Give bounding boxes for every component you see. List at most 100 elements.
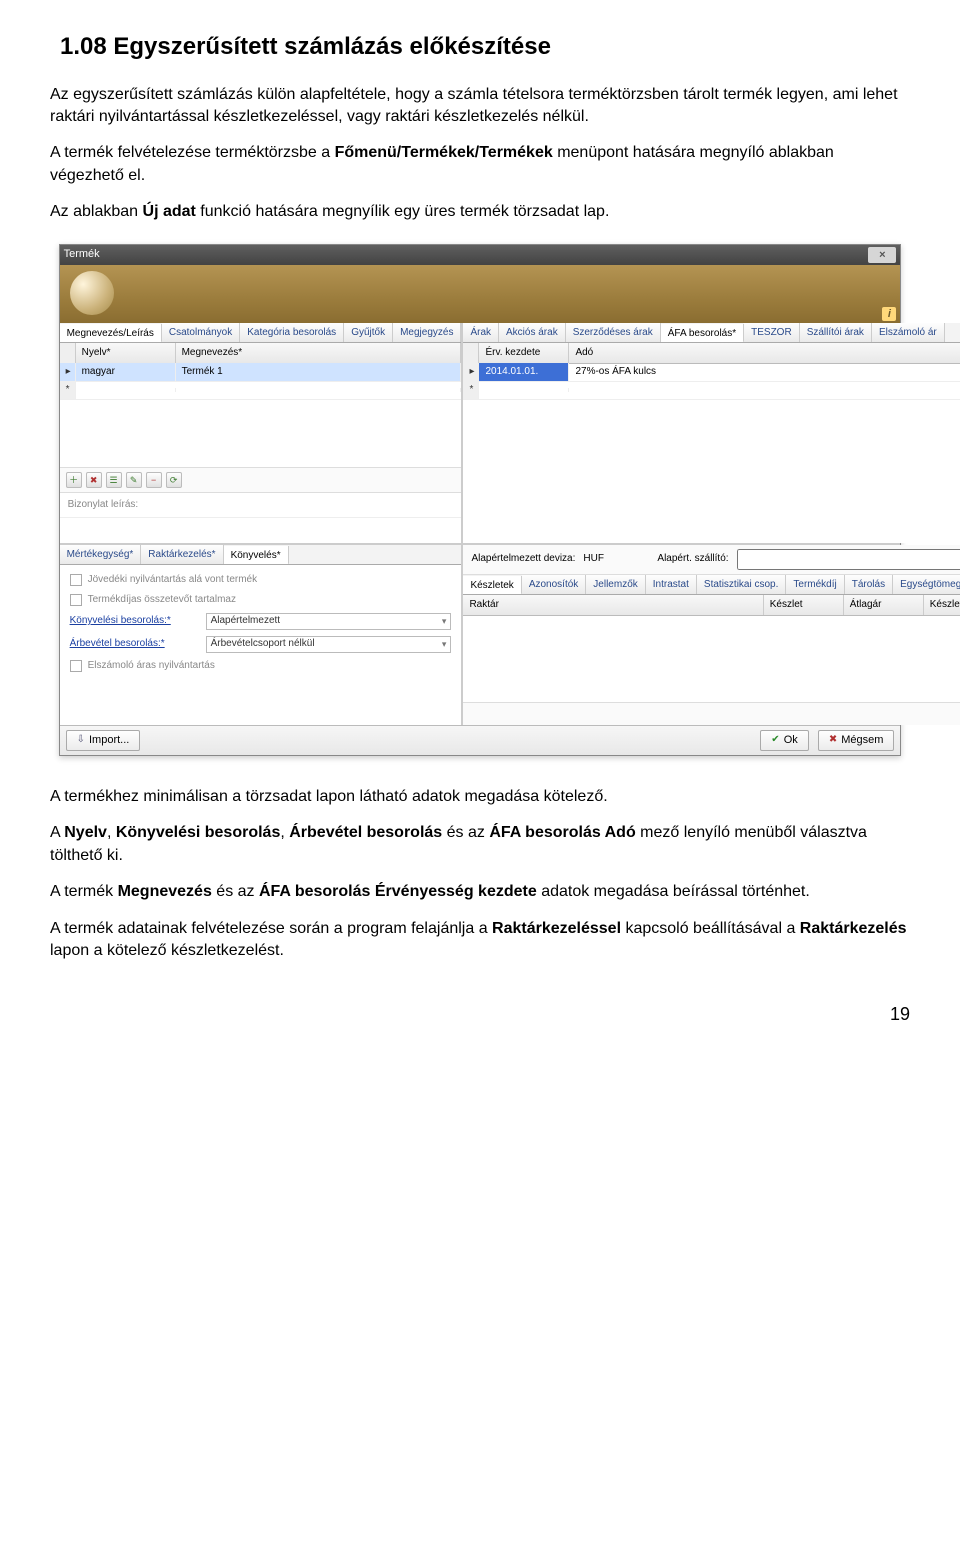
remove-icon[interactable]: −	[146, 472, 162, 488]
tab-akcios[interactable]: Akciós árak	[499, 323, 566, 342]
tab-konyveles[interactable]: Könyvelés*	[224, 546, 289, 565]
top-left-grid-header: Nyelv* Megnevezés*	[60, 343, 462, 364]
p6-d: ÁFA besorolás Érvényesség kezdete	[259, 883, 537, 900]
page-number: 19	[50, 1002, 910, 1027]
p7-c: kapcsoló beállításával a	[621, 920, 800, 937]
top-left-newrow[interactable]	[60, 382, 462, 400]
tab-szerzodeses[interactable]: Szerződéses árak	[566, 323, 661, 342]
doc-icon[interactable]: ☰	[106, 472, 122, 488]
szallito-label: Alapért. szállító:	[657, 552, 728, 566]
top-right-grid-header: Érv. kezdete Adó	[463, 343, 960, 364]
konyvelesi-besorolas-select[interactable]: Alapértelmezett	[206, 613, 452, 630]
arbevetel-besorolas-select[interactable]: Árbevételcsoport nélkül	[206, 636, 452, 653]
p6-c: és az	[212, 883, 259, 900]
br-strip: Alapértelmezett deviza: HUF Alapért. szá…	[463, 545, 960, 575]
cell-ado[interactable]: 27%-os ÁFA kulcs	[569, 363, 960, 381]
p5-a: A	[50, 824, 64, 841]
cell-megnevezes[interactable]: Termék 1	[176, 363, 462, 381]
pane-bottom-left: Mértékegység* Raktárkezelés* Könyvelés* …	[60, 545, 462, 725]
tab-tarolas[interactable]: Tárolás	[845, 575, 893, 594]
p7-b: Raktárkezeléssel	[492, 920, 621, 937]
close-icon[interactable]: ×	[868, 247, 896, 263]
refresh-icon[interactable]: ⟳	[166, 472, 182, 488]
pane-bottom-right: Alapértelmezett deviza: HUF Alapért. szá…	[463, 545, 960, 725]
tab-megjegyzes[interactable]: Megjegyzés	[393, 323, 461, 342]
chk-termekdij[interactable]	[70, 594, 82, 606]
col-nyelv[interactable]: Nyelv*	[76, 343, 176, 363]
tab-gyujtok[interactable]: Gyűjtők	[344, 323, 393, 342]
p6-b: Megnevezés	[118, 883, 212, 900]
deviza-label: Alapértelmezett deviza:	[471, 552, 575, 566]
tab-arak[interactable]: Árak	[463, 323, 499, 342]
chk-jovedeki[interactable]	[70, 574, 82, 586]
col-erv[interactable]: Érv. kezdete	[479, 343, 569, 363]
br-grid-header: Raktár Készlet Átlagár Készlet átlagár	[463, 595, 960, 616]
pane-top-right: Árak Akciós árak Szerződéses árak ÁFA be…	[463, 323, 960, 543]
doc-p3: Az ablakban Új adat funkció hatására meg…	[50, 201, 910, 223]
arbevetel-besorolas-label[interactable]: Árbevétel besorolás:*	[70, 637, 200, 651]
tab-kategoria[interactable]: Kategória besorolás	[240, 323, 344, 342]
top-left-row-1[interactable]: ▸ magyar Termék 1	[60, 364, 462, 382]
p3-c: funkció hatására megnyílik egy üres term…	[196, 203, 610, 220]
tab-szallitoi[interactable]: Szállítói árak	[800, 323, 872, 342]
info-icon[interactable]: i	[882, 307, 896, 321]
p6-e: adatok megadása beírással történhet.	[537, 883, 810, 900]
p5-g: és az	[442, 824, 489, 841]
chk-elszamolo[interactable]	[70, 660, 82, 672]
cancel-button[interactable]: ✖ Mégsem	[818, 730, 895, 751]
szallito-input[interactable]	[737, 549, 960, 570]
p7-a: A termék adatainak felvételezése során a…	[50, 920, 492, 937]
doc-p7: A termék adatainak felvételezése során a…	[50, 918, 910, 963]
top-left-tabs: Megnevezés/Leírás Csatolmányok Kategória…	[60, 323, 462, 343]
chk-jovedeki-label: Jövedéki nyilvántartás alá vont termék	[88, 573, 258, 587]
window-footer: ⇩ Import... ✔ Ok ✖ Mégsem	[60, 725, 901, 755]
tab-csatolmanyok[interactable]: Csatolmányok	[162, 323, 240, 342]
p5-h: ÁFA besorolás Adó	[489, 824, 635, 841]
tab-raktarkezeles[interactable]: Raktárkezelés*	[141, 545, 223, 564]
tab-keszletek[interactable]: Készletek	[463, 576, 521, 595]
cancel-icon: ✖	[829, 733, 837, 747]
ok-button[interactable]: ✔ Ok	[760, 730, 808, 751]
add-icon[interactable]: ＋	[66, 472, 82, 488]
p7-d: Raktárkezelés	[800, 920, 907, 937]
tab-statisztikai[interactable]: Statisztikai csop.	[697, 575, 786, 594]
check-icon: ✔	[771, 733, 779, 747]
col-megnevezes[interactable]: Megnevezés*	[176, 343, 462, 363]
pane-top-left: Megnevezés/Leírás Csatolmányok Kategória…	[60, 323, 462, 543]
top-right-row-1[interactable]: ▸ 2014.01.01. 27%-os ÁFA kulcs	[463, 364, 960, 382]
tab-teszor[interactable]: TESZOR	[744, 323, 800, 342]
p2-a: A termék felvételezése terméktörzsbe a	[50, 144, 335, 161]
col-keszlet-atlagar[interactable]: Készlet átlagár	[924, 595, 960, 615]
col-raktar[interactable]: Raktár	[463, 595, 763, 615]
tab-megnevezes[interactable]: Megnevezés/Leírás	[60, 324, 162, 343]
tab-elszamolo[interactable]: Elszámoló ár	[872, 323, 945, 342]
attach-icon[interactable]: ✎	[126, 472, 142, 488]
bottom-left-tabs: Mértékegység* Raktárkezelés* Könyvelés*	[60, 545, 462, 565]
tab-jellemzok[interactable]: Jellemzők	[586, 575, 645, 594]
cell-nyelv[interactable]: magyar	[76, 363, 176, 381]
cell-erv[interactable]: 2014.01.01.	[479, 363, 569, 381]
konyvelesi-besorolas-label[interactable]: Könyvelési besorolás:*	[70, 614, 200, 628]
br-tabs: Készletek Azonosítók Jellemzők Intrastat…	[463, 575, 960, 595]
tab-intrastat[interactable]: Intrastat	[646, 575, 697, 594]
col-atlagar[interactable]: Átlagár	[844, 595, 924, 615]
tab-egysegtomeg[interactable]: Egységtömeg	[893, 575, 960, 594]
delete-icon[interactable]: ✖	[86, 472, 102, 488]
chk-termekdij-label: Termékdíjas összetevőt tartalmaz	[88, 593, 236, 607]
col-keszlet[interactable]: Készlet	[764, 595, 844, 615]
col-ado[interactable]: Adó	[569, 343, 960, 363]
top-right-newrow[interactable]	[463, 382, 960, 400]
tab-termekdij2[interactable]: Termékdíj	[786, 575, 844, 594]
doc-heading: 1.08 Egyszerűsített számlázás előkészíté…	[50, 30, 910, 64]
deviza-select[interactable]: HUF	[583, 552, 639, 566]
import-button[interactable]: ⇩ Import...	[66, 730, 141, 751]
tab-afabesorolas[interactable]: ÁFA besorolás*	[661, 324, 744, 343]
tab-azonositok[interactable]: Azonosítók	[522, 575, 586, 594]
doc-p4: A termékhez minimálisan a törzsadat lapo…	[50, 786, 910, 808]
tab-mertekegyseg[interactable]: Mértékegység*	[60, 545, 142, 564]
top-left-toolbar: ＋ ✖ ☰ ✎ − ⟳	[60, 467, 462, 492]
import-icon: ⇩	[77, 733, 85, 747]
window-titlebar: Termék ×	[60, 245, 901, 265]
doc-p1: Az egyszerűsített számlázás külön alapfe…	[50, 84, 910, 129]
p5-d: Könyvelési besorolás	[116, 824, 281, 841]
